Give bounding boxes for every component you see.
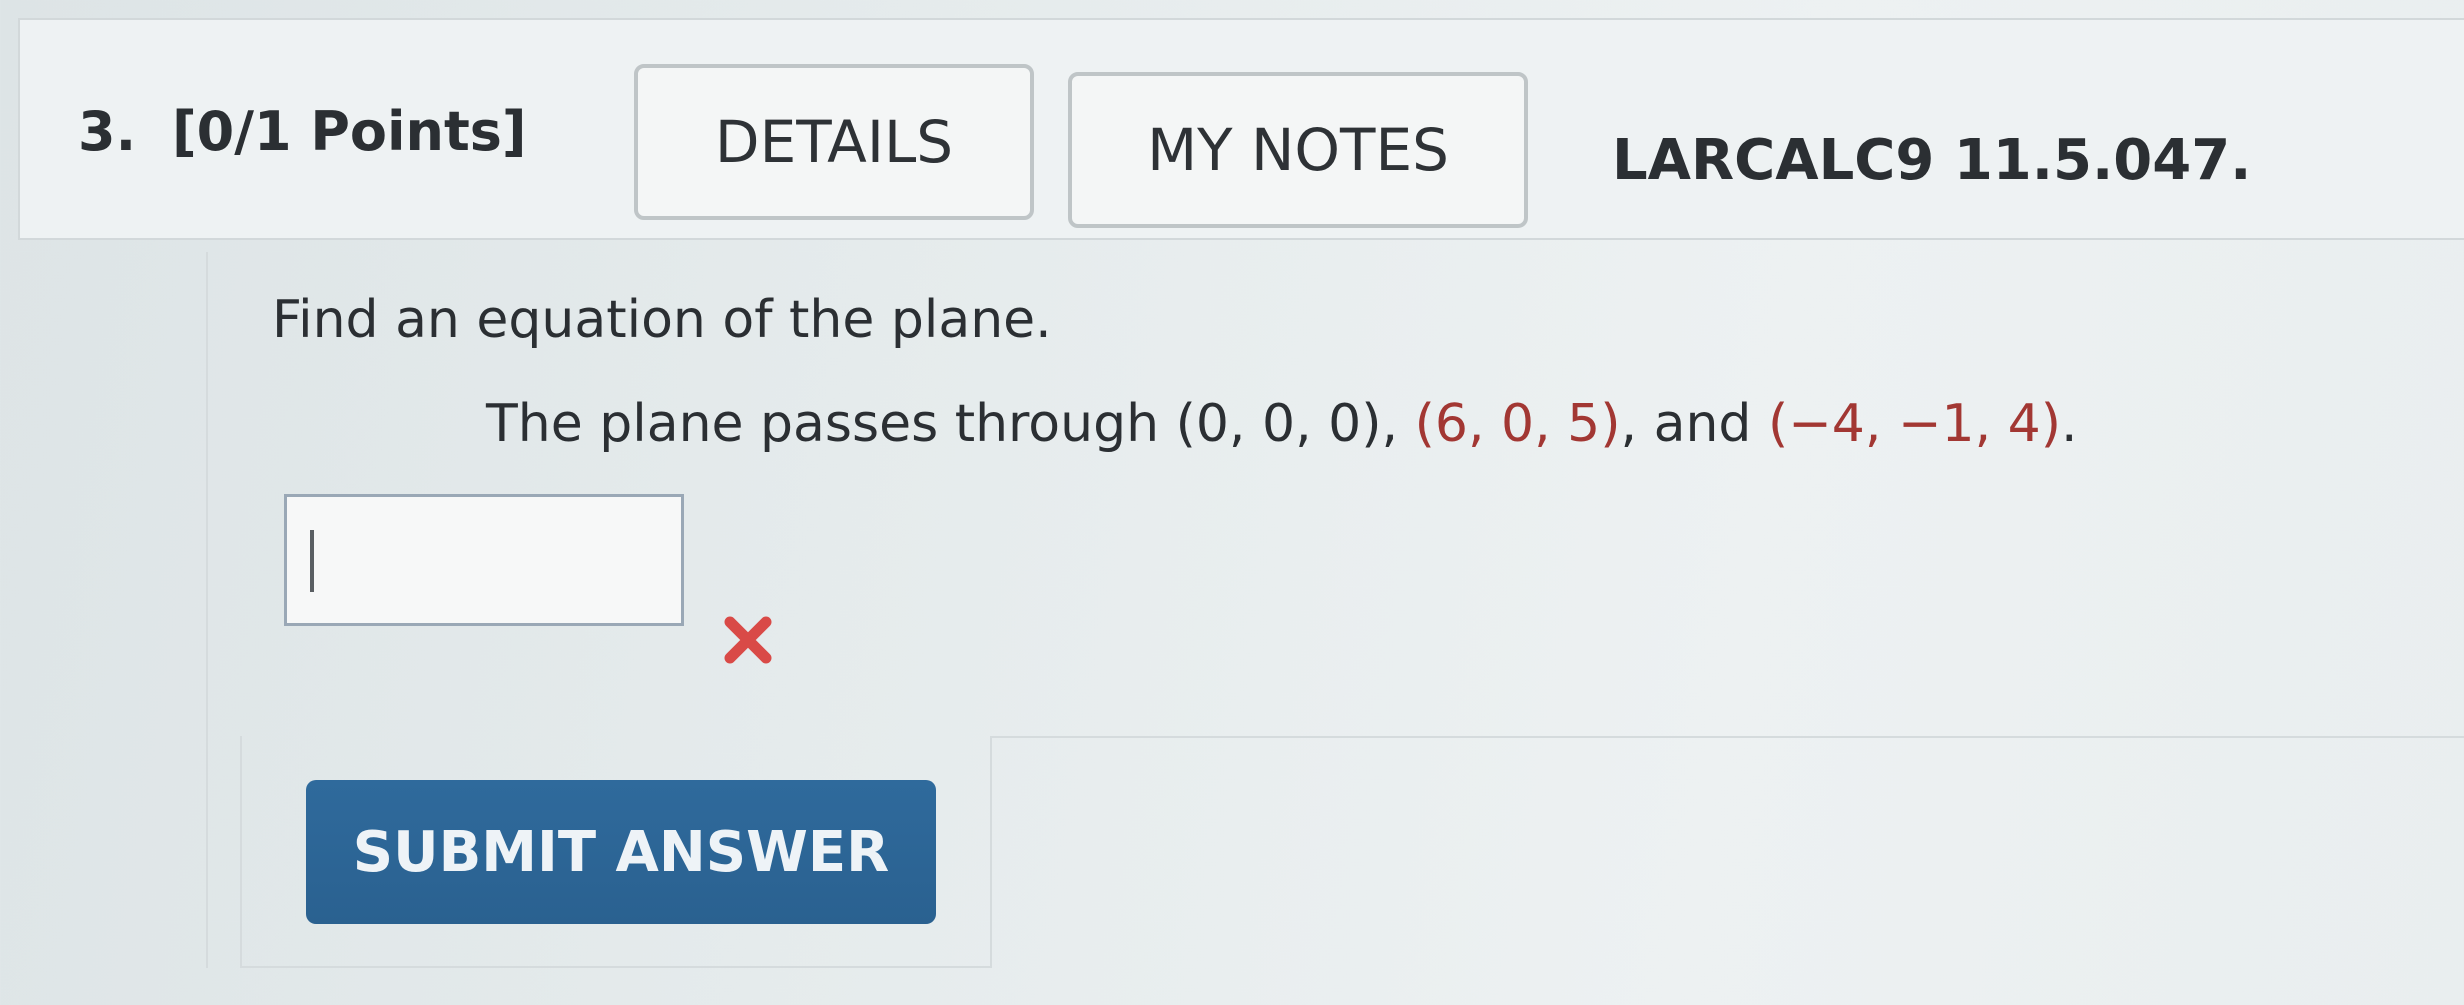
separator-2: , and [1620,394,1768,454]
side-area [990,736,2464,968]
sentence-prefix: The plane passes through [486,394,1176,454]
my-notes-button[interactable]: MY NOTES [1068,72,1528,228]
text-cursor [310,530,314,592]
details-button[interactable]: DETAILS [634,64,1034,220]
separator-1: , [1381,394,1415,454]
question-code: LARCALC9 11.5.047. [1612,128,2252,193]
answer-input[interactable] [284,494,684,626]
point-2: (6, 0, 5) [1414,394,1621,454]
problem-sentence: The plane passes through (0, 0, 0), (6, … [486,394,2078,454]
question-points: [0/1 Points] [172,100,527,163]
sentence-end: . [2061,394,2078,454]
point-1: (0, 0, 0) [1175,394,1382,454]
incorrect-x-icon [720,612,776,672]
problem-prompt: Find an equation of the plane. [272,290,1052,350]
point-3: (−4, −1, 4) [1767,394,2062,454]
submit-answer-button[interactable]: SUBMIT ANSWER [306,780,936,924]
question-number: 3. [78,100,137,163]
